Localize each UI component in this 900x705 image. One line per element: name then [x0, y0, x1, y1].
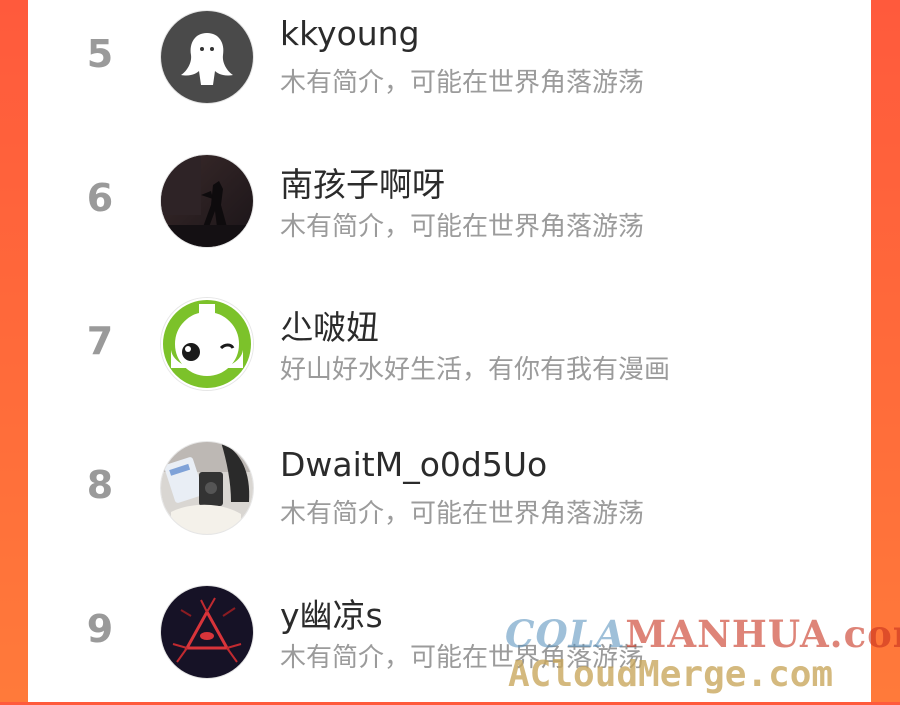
- list-item[interactable]: 6 南孩子啊呀 木有简介，可能在世界角落游荡: [28, 154, 871, 274]
- ghost-avatar-icon[interactable]: [160, 10, 254, 104]
- rank-number: 5: [86, 32, 114, 76]
- rank-number: 9: [86, 607, 114, 651]
- dark-photo-avatar[interactable]: [160, 154, 254, 248]
- watermark-line-1: COLAMANHUA.com: [505, 612, 900, 656]
- user-name[interactable]: 南孩子啊呀: [280, 158, 445, 206]
- list-item[interactable]: 5 kkyoung 木有简介，可能在世界角落游荡: [28, 10, 871, 130]
- user-bio: 木有简介，可能在世界角落游荡: [280, 499, 645, 529]
- user-bio: 木有简介，可能在世界角落游荡: [280, 212, 645, 242]
- user-name[interactable]: kkyoung: [280, 14, 420, 53]
- phone-photo-avatar[interactable]: [160, 441, 254, 535]
- watermark-part-2: MANHUA.com: [625, 612, 900, 656]
- user-name[interactable]: y幽凉s: [280, 589, 383, 637]
- list-item[interactable]: 7 尐啵妞 好山好水好生活，有你有我有漫画: [28, 297, 871, 417]
- watermark-line-2: ACloudMerge.com: [508, 654, 834, 695]
- list-item[interactable]: 8 DwaitM_o0d5Uo 木有简介，可能在世界角落游荡: [28, 441, 871, 561]
- watermark-part-1: COLA: [505, 612, 626, 656]
- red-eye-triangle-avatar[interactable]: [160, 585, 254, 679]
- rank-number: 6: [86, 176, 114, 220]
- green-mascot-avatar[interactable]: [160, 297, 254, 391]
- user-name[interactable]: DwaitM_o0d5Uo: [280, 445, 547, 484]
- user-name[interactable]: 尐啵妞: [280, 301, 379, 349]
- user-bio: 木有简介，可能在世界角落游荡: [280, 68, 645, 98]
- rank-number: 7: [86, 319, 114, 363]
- user-bio: 好山好水好生活，有你有我有漫画: [280, 355, 671, 385]
- ranking-panel: 5 kkyoung 木有简介，可能在世界角落游荡 6 南孩子啊呀 木有简介，可能…: [28, 0, 871, 702]
- rank-number: 8: [86, 463, 114, 507]
